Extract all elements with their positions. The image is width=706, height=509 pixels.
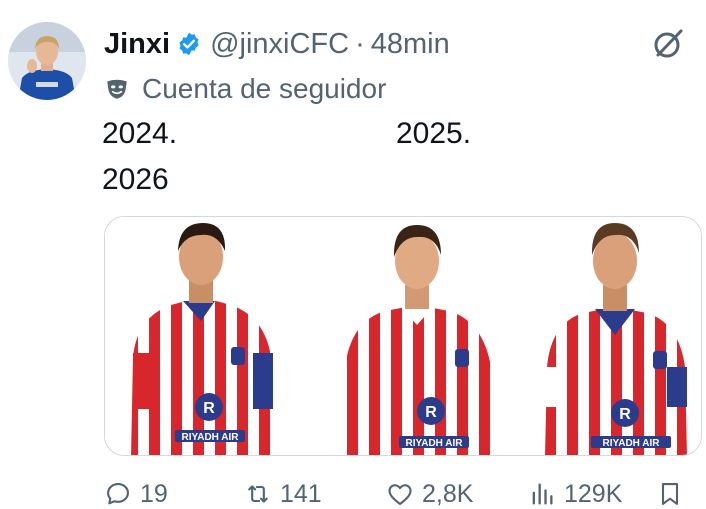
tweet-header: Jinxi @jinxiCFC · 48min [104,24,450,64]
timestamp[interactable]: 48min [371,28,450,61]
svg-text:R: R [203,400,215,417]
kit-sponsor-3: RIYADH AIR [602,438,660,449]
grok-icon[interactable] [650,26,686,62]
action-bar: 19 141 2,8K 129K [0,474,706,509]
tweet-text-line-3: 2026 [102,163,169,196]
svg-text:R: R [619,406,631,423]
tweet-media-image[interactable]: R RIYADH AIR R RIYADH AIR R RIYADH AIR [104,216,702,456]
kit-sponsor-1: RIYADH AIR [181,432,239,443]
tweet-text-line-1: 2024. [102,117,178,150]
tweet-text-line-2: 2025. [396,117,472,150]
reply-count: 19 [140,479,168,508]
bookmark-button[interactable] [656,474,692,509]
verified-badge-icon [179,32,199,56]
kit-sponsor-2: RIYADH AIR [405,438,463,449]
mask-icon [107,79,127,99]
reply-icon [107,483,129,505]
repost-icon [248,485,268,503]
repost-button[interactable]: 141 [244,474,322,509]
views-chart-icon [532,483,553,505]
avatar[interactable] [8,22,86,100]
svg-text:R: R [425,404,437,421]
account-label-text: Cuenta de seguidor [142,73,387,104]
views-button[interactable]: 129K [528,474,622,509]
repost-count: 141 [280,479,322,508]
reply-button[interactable]: 19 [104,474,168,509]
bookmark-icon [661,483,679,505]
heart-icon [388,484,412,505]
separator-dot: · [355,27,365,60]
display-name[interactable]: Jinxi [104,28,170,61]
views-count: 129K [564,479,623,508]
like-button[interactable]: 2,8K [386,474,473,509]
handle[interactable]: @jinxiCFC [210,28,349,61]
like-count: 2,8K [422,479,474,508]
account-label: Cuenta de seguidor [104,70,386,108]
